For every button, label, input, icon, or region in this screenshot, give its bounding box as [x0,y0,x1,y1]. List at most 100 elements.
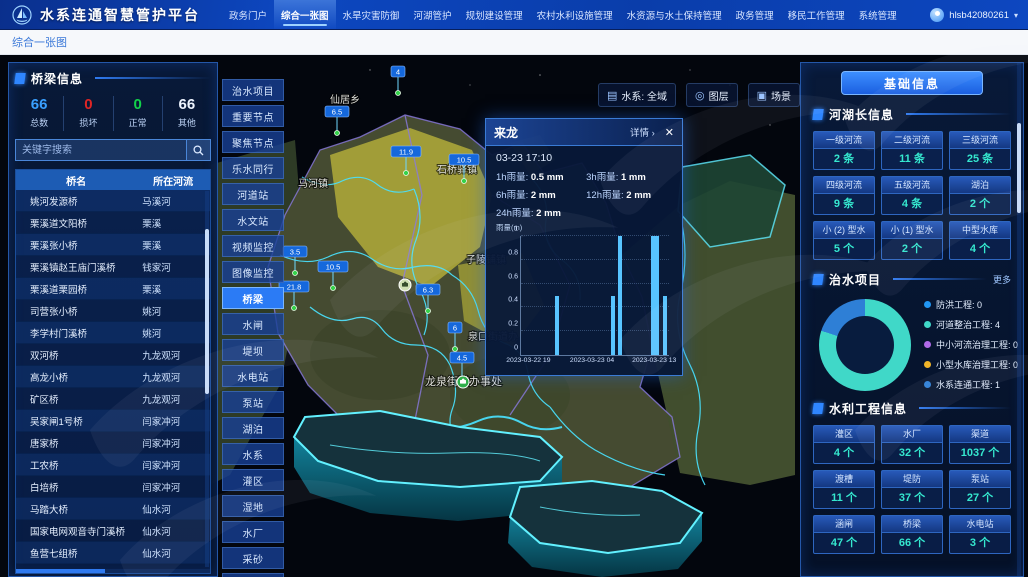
table-row[interactable]: 唐家桥闫家冲河 [16,432,210,454]
card-value: 3 个 [950,533,1010,553]
card-value: 11 个 [814,488,874,508]
nav-item[interactable]: 系统管理 [852,0,904,29]
layer-item[interactable]: 治水项目 [222,79,284,101]
card-value: 2 个 [882,239,942,259]
table-row[interactable]: 栗溪镇赵王庙门溪桥钱家河 [16,256,210,278]
table-row[interactable]: 国家电网观音寺门溪桥仙水河 [16,520,210,542]
bridge-name-cell: 矿区桥 [16,392,136,406]
user-menu[interactable]: hlsb42080261 ▾ [930,0,1018,30]
table-row[interactable]: 栗溪张小桥栗溪 [16,234,210,256]
camera-marker-icon[interactable] [457,376,469,388]
panel-scrollbar[interactable] [1017,63,1021,576]
layer-item[interactable]: 视频监控 [222,235,284,257]
bridge-stat[interactable]: 0正常 [114,96,163,131]
town-label: 仙居乡 [330,93,360,106]
search-input[interactable] [15,139,187,161]
layer-item[interactable]: 湿地 [222,495,284,517]
layer-item[interactable]: 水文站 [222,209,284,231]
legend-dot [924,321,931,328]
layer-item[interactable]: 采砂 [222,547,284,569]
table-row[interactable]: 马踏大桥仙水河 [16,498,210,520]
table-row[interactable]: 司营张小桥姚河 [16,300,210,322]
table-row[interactable]: 双河桥九龙观河 [16,344,210,366]
rivers-cards: 一级河流2 条二级河流11 条三级河流25 条四级河流9 条五级河流4 条湖泊2… [813,131,1011,260]
map-control-button[interactable]: ◎图层 [686,83,738,107]
basic-info-button[interactable]: 基础信息 [841,71,983,95]
nav-item[interactable]: 规划建设管理 [459,0,530,29]
table-row[interactable]: 矿区桥九龙观河 [16,388,210,410]
map-control-button[interactable]: ▤水系: 全域 [598,83,676,107]
projects-section-title: 治水项目 [829,271,881,288]
y-tick: 0.6 [508,273,518,280]
stat-card: 水电站3 个 [949,515,1011,554]
nav-item[interactable]: 移民工作管理 [781,0,852,29]
layer-item[interactable]: 河道站 [222,183,284,205]
layer-item[interactable]: 堤坝 [222,339,284,361]
layer-item[interactable]: 聚焦节点 [222,131,284,153]
layer-item[interactable]: 图像监控 [222,261,284,283]
table-row[interactable]: 工农桥闫家冲河 [16,454,210,476]
layer-item[interactable]: 灌区 [222,469,284,491]
nav-item[interactable]: 政务门户 [222,0,274,29]
table-row[interactable]: 栗溪道文阳桥栗溪 [16,212,210,234]
card-value: 2 条 [814,149,874,169]
bridge-name-cell: 高龙小桥 [16,370,136,384]
layer-item[interactable]: 桥梁 [222,287,284,309]
bridge-name-cell: 栗溪张小桥 [16,238,136,252]
bridge-name-cell: 李学村门溪桥 [16,326,136,340]
chart-y-axis-label: 雨量(m) [496,222,522,233]
rain-metric: 1h雨量: 0.5 mm [496,169,586,183]
layer-item[interactable]: 水闸 [222,313,284,335]
legend-dot [924,381,931,388]
search-button[interactable] [187,139,211,161]
table-row[interactable]: 姚河发源桥马溪河 [16,190,210,212]
nav-item[interactable]: 政务管理 [729,0,781,29]
nav-item[interactable]: 农村水利设施管理 [530,0,620,29]
table-row[interactable]: 白培桥闫家冲河 [16,476,210,498]
bridge-stat[interactable]: 66总数 [15,96,64,131]
map-marker[interactable]: 6.5 [325,106,349,136]
card-value: 5 个 [814,239,874,259]
nav-item[interactable]: 水资源与水土保持管理 [620,0,729,29]
more-link[interactable]: 更多 [993,273,1011,286]
bridge-panel-title: 桥梁信息 [31,70,83,87]
layer-item[interactable]: 泵站 [222,391,284,413]
nav-item[interactable]: 综合一张图 [274,0,336,29]
rain-bar [655,236,659,355]
layer-item[interactable]: 水厂 [222,521,284,543]
table-row[interactable]: 吴家闸1号桥闫家冲河 [16,410,210,432]
stat-card: 二级河流11 条 [881,131,943,170]
table-row[interactable]: 鱼营七组桥仙水河 [16,542,210,564]
nav-item[interactable]: 水旱灾害防御 [336,0,407,29]
legend-label: 中小河流治理工程: 0 [936,338,1018,351]
map-marker[interactable]: 4 [391,66,405,96]
stat-value: 0 [64,96,112,113]
bridge-name-cell: 姚河发源桥 [16,194,136,208]
layer-item[interactable]: 渡槽 [222,573,284,577]
vertical-scrollbar[interactable] [205,191,209,567]
popup-details-link[interactable]: 详情 › [630,125,655,139]
table-row[interactable]: 栗溪道栗园桥栗溪 [16,278,210,300]
nav-item[interactable]: 河湖管护 [407,0,459,29]
table-row[interactable]: 李学村门溪桥姚河 [16,322,210,344]
camera-marker-icon[interactable] [399,279,411,291]
layer-item[interactable]: 水电站 [222,365,284,387]
bridge-name-cell: 马踏大桥 [16,502,136,516]
main-nav: 政务门户综合一张图水旱灾害防御河湖管护规划建设管理农村水利设施管理水资源与水土保… [222,0,904,29]
layer-item[interactable]: 重要节点 [222,105,284,127]
map-control-button[interactable]: ▣场景 [748,83,800,107]
bridge-stat[interactable]: 66其他 [163,96,211,131]
layer-item[interactable]: 乐水同行 [222,157,284,179]
layer-item[interactable]: 湖泊 [222,417,284,439]
map-control-label: 图层 [709,88,729,103]
app-title: 水系连通智慧管护平台 [40,5,200,25]
layer-item[interactable]: 水系 [222,443,284,465]
horizontal-scrollbar[interactable] [16,569,210,573]
bridge-stat[interactable]: 0损坏 [64,96,113,131]
close-icon[interactable]: ✕ [665,126,674,139]
section-accent [812,274,824,285]
table-row[interactable]: 高龙小桥九龙观河 [16,366,210,388]
svg-text:4.5: 4.5 [457,354,467,363]
river-name-cell: 钱家河 [136,260,210,274]
river-name-cell: 栗溪 [136,216,210,230]
